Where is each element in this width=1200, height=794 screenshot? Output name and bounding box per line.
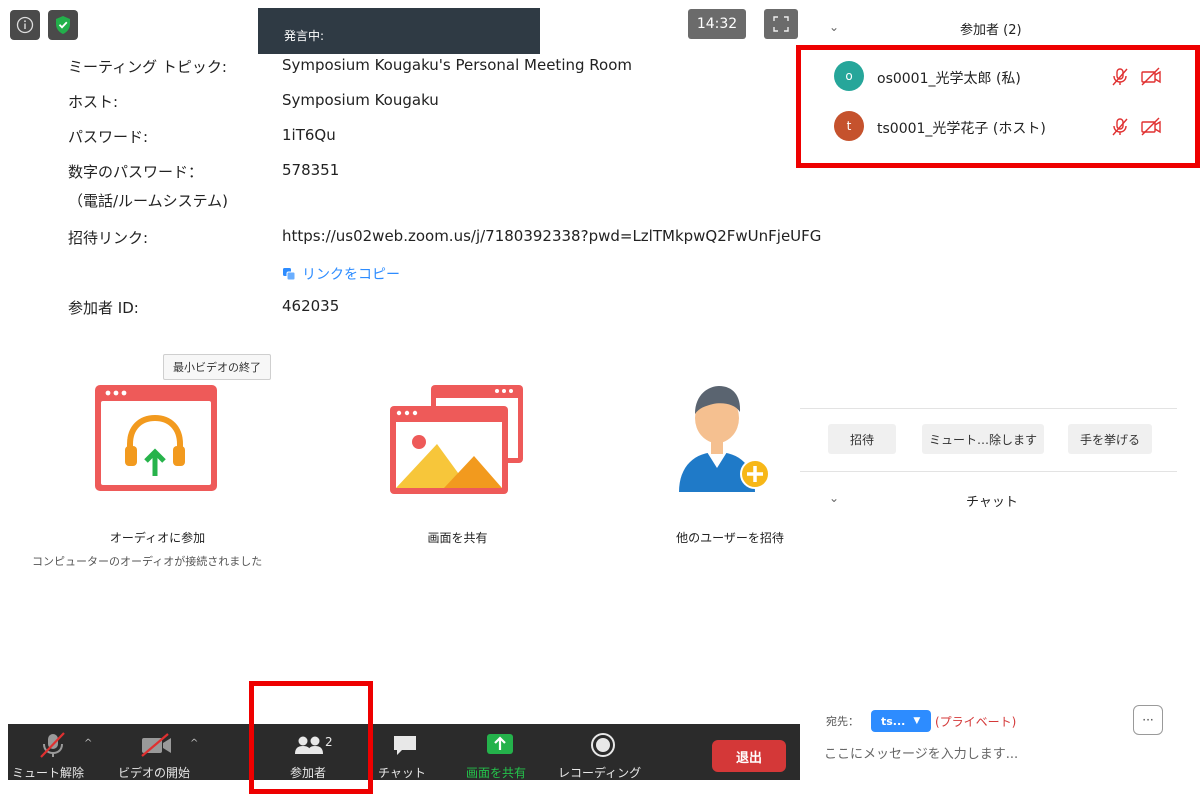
copy-link-label: リンクをコピー — [302, 267, 400, 283]
shield-check-icon — [56, 16, 70, 34]
invite-others-label: 他のユーザーを招待 — [676, 531, 784, 545]
private-indicator: (プライベート) — [935, 715, 1017, 729]
invite-link-label: 招待リンク: — [68, 229, 149, 247]
topic-value: Symposium Kougaku's Personal Meeting Roo… — [282, 56, 632, 74]
password-label: パスワード: — [68, 128, 149, 146]
share-screen-button[interactable] — [486, 733, 514, 759]
host-value: Symposium Kougaku — [282, 91, 439, 109]
share-screen-icon — [390, 385, 523, 494]
start-video-button[interactable] — [140, 733, 174, 761]
chat-message-input[interactable] — [822, 738, 1166, 770]
unmute-button[interactable] — [38, 731, 68, 763]
join-audio-label: オーディオに参加 — [109, 531, 206, 545]
start-video-label: ビデオの開始 — [118, 766, 191, 780]
invite-link-value: https://us02web.zoom.us/j/7180392338?pwd… — [282, 227, 822, 245]
meeting-timer: 14:32 — [688, 9, 746, 39]
chat-button[interactable] — [392, 734, 418, 760]
muted-microphone-icon — [40, 732, 65, 758]
chat-icon — [394, 736, 416, 755]
copy-icon — [283, 268, 296, 281]
fullscreen-button[interactable] — [764, 9, 798, 39]
share-screen-toolbar-label: 画面を共有 — [466, 766, 527, 780]
leave-meeting-button[interactable]: 退出 — [712, 740, 786, 772]
numeric-password-value: 578351 — [282, 161, 340, 179]
mute-all-button[interactable]: ミュート…除します — [922, 424, 1044, 454]
record-icon — [591, 733, 615, 757]
chat-recipient-select[interactable]: ts... ▼ — [871, 710, 931, 732]
divider — [800, 471, 1177, 472]
tooltip: 最小ビデオの終了 — [163, 354, 271, 380]
video-off-icon — [141, 733, 171, 757]
dropdown-caret-icon: ▼ — [913, 716, 921, 726]
record-button[interactable] — [590, 732, 616, 762]
host-label: ホスト: — [68, 93, 119, 111]
chat-more-button[interactable]: ··· — [1133, 705, 1163, 735]
unmute-label: ミュート解除 — [12, 766, 85, 780]
numeric-password-label: 数字のパスワード： — [68, 163, 204, 181]
share-screen-label: 画面を共有 — [427, 531, 488, 545]
numeric-password-sublabel: （電話/ルームシステム) — [68, 192, 229, 210]
join-audio-button[interactable] — [94, 384, 220, 498]
copy-link-button[interactable]: リンクをコピー — [282, 264, 400, 284]
topic-label: ミーティング トピック: — [68, 58, 227, 76]
invite-button[interactable]: 招待 — [828, 424, 896, 454]
highlight-box-participant-list — [796, 45, 1200, 168]
share-screen-tile[interactable] — [389, 384, 525, 500]
participants-panel-title: 参加者 (2) — [960, 23, 1022, 38]
chat-recipient-value: ts... — [881, 714, 906, 728]
collapse-participants-chevron-icon[interactable]: ⌄ — [829, 20, 839, 34]
collapse-chat-chevron-icon[interactable]: ⌄ — [829, 491, 839, 505]
speaking-label: 発言中: — [284, 29, 325, 43]
participant-id-value: 462035 — [282, 297, 340, 315]
chat-recipient-label: 宛先： — [826, 715, 859, 728]
invite-others-tile[interactable] — [677, 380, 777, 504]
highlight-box-participants-button — [249, 681, 373, 794]
raise-hand-button[interactable]: 手を挙げる — [1068, 424, 1152, 454]
record-label: レコーディング — [558, 766, 642, 780]
chat-label: チャット — [378, 766, 426, 780]
headphones-window-icon — [95, 385, 217, 491]
video-options-caret[interactable]: ^ — [190, 738, 198, 749]
divider — [800, 408, 1177, 409]
audio-connected-status: コンピューターのオーディオが接続されました — [32, 555, 263, 568]
info-icon — [16, 16, 34, 34]
share-screen-arrow-icon — [487, 734, 513, 754]
chat-panel-title: チャット — [966, 495, 1018, 510]
info-button[interactable] — [10, 10, 40, 40]
invite-user-icon — [679, 386, 770, 492]
participant-id-label: 参加者 ID: — [68, 299, 139, 317]
fullscreen-icon — [773, 16, 789, 32]
speaking-indicator: 発言中: — [258, 8, 540, 54]
security-button[interactable] — [48, 10, 78, 40]
password-value: 1iT6Qu — [282, 126, 336, 144]
audio-options-caret[interactable]: ^ — [84, 738, 92, 749]
